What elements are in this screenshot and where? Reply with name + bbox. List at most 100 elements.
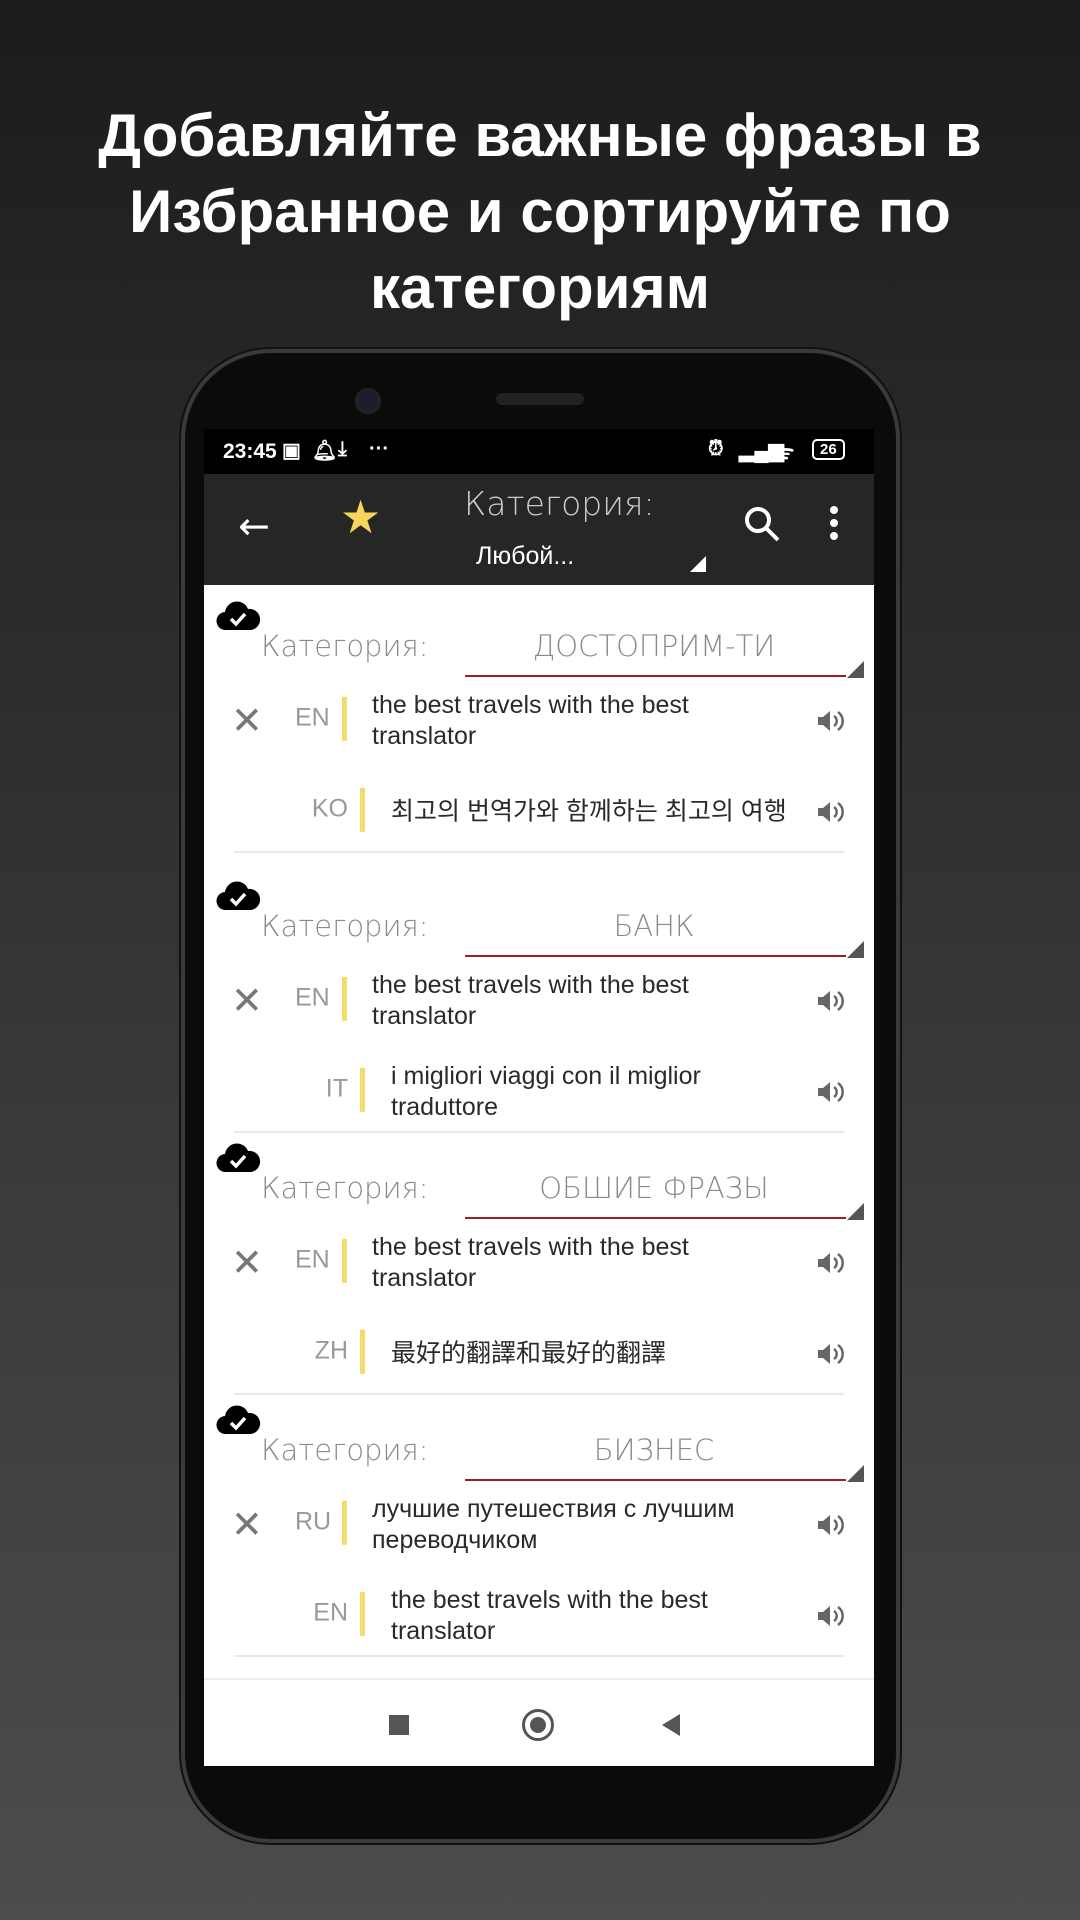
- phrase-text: лучшие путешествия с лучшим переводчиком: [372, 1495, 735, 1554]
- more-dots-icon: ···: [369, 438, 389, 460]
- battery-icon: 26: [812, 439, 845, 460]
- language-code: ZH: [314, 1336, 348, 1365]
- delete-icon[interactable]: ✕: [231, 1503, 263, 1548]
- category-underline: [465, 1479, 846, 1481]
- delete-icon[interactable]: ✕: [231, 979, 263, 1024]
- category-underline: [465, 955, 846, 957]
- language-code: EN: [295, 703, 330, 732]
- favorite-card: Категория: ОБШИЕ ФРАЗЫ ✕ EN the best tra…: [204, 1142, 874, 1397]
- phrase-row: EN the best travels with the best transl…: [204, 1576, 874, 1656]
- back-arrow-icon[interactable]: ←: [238, 504, 270, 548]
- dropdown-triangle-icon[interactable]: [847, 661, 864, 678]
- phrase-text: the best travels with the best translato…: [372, 1233, 689, 1292]
- earpiece: [496, 393, 584, 405]
- category-label: Категория:: [261, 1433, 429, 1467]
- headline: Добавляйте важные фразы в Избранное и со…: [40, 98, 1040, 326]
- dropdown-triangle-icon[interactable]: [690, 556, 706, 572]
- language-code: IT: [325, 1074, 348, 1103]
- phrase-text: the best travels with the best translato…: [372, 691, 689, 750]
- card-divider: [234, 1393, 844, 1395]
- phrase-text: the best travels with the best translato…: [372, 971, 689, 1030]
- back-button[interactable]: [662, 1714, 680, 1736]
- phrase-row: ZH 最好的翻譯和最好的翻譯: [204, 1314, 874, 1394]
- favorite-card: Категория: БИЗНЕС ✕ RU лучшие путешестви…: [204, 1404, 874, 1659]
- game-icon: ▣: [282, 440, 301, 462]
- phrase-text: i migliori viaggi con il miglior tradutt…: [391, 1062, 701, 1121]
- recents-button[interactable]: [389, 1715, 409, 1735]
- battery-level: 26: [820, 441, 837, 458]
- phrase-row: ✕ EN the best travels with the best tran…: [204, 961, 874, 1041]
- search-icon[interactable]: [742, 504, 782, 544]
- card-divider: [234, 1131, 844, 1133]
- speaker-icon[interactable]: [816, 1249, 846, 1277]
- more-vert-icon[interactable]: [830, 506, 838, 545]
- phrase-row: ✕ RU лучшие путешествия с лучшим перевод…: [204, 1485, 874, 1565]
- delete-icon[interactable]: ✕: [231, 699, 263, 744]
- alarm-icon: ⏰︎: [708, 438, 724, 460]
- cloud-check-icon: [216, 1143, 261, 1173]
- language-bar: [360, 1329, 365, 1374]
- status-bar: 23:45 ▣ 🔔︎ ⤓ ··· ⏰︎ ▂▄▆ ᯤ 26: [204, 429, 874, 474]
- status-time: 23:45: [223, 440, 277, 463]
- category-filter-value[interactable]: Любой...: [476, 542, 574, 571]
- language-bar: [360, 1067, 365, 1112]
- category-filter-label: Категория:: [464, 484, 655, 523]
- cloud-check-icon: [216, 601, 261, 631]
- phrase-text: 최고의 번역가와 함께하는 최고의 여행: [391, 797, 787, 826]
- language-bar: [342, 696, 347, 741]
- speaker-icon[interactable]: [816, 1602, 846, 1630]
- card-divider: [234, 1655, 844, 1657]
- cloud-check-icon: [216, 1405, 261, 1435]
- language-code: EN: [295, 983, 330, 1012]
- dropdown-triangle-icon[interactable]: [847, 1465, 864, 1482]
- language-code: KO: [311, 794, 348, 823]
- favorite-card: Категория: БАНК ✕ EN the best travels wi…: [204, 880, 874, 1135]
- phrase-text: the best travels with the best translato…: [391, 1586, 708, 1645]
- language-bar: [342, 976, 347, 1021]
- favorite-card: Категория: ДОСТОПРИМ-ТИ ✕ EN the best tr…: [204, 600, 874, 855]
- category-label: Категория:: [261, 909, 429, 943]
- dropdown-triangle-icon[interactable]: [847, 941, 864, 958]
- headline-line: Избранное и сортируйте по: [129, 178, 951, 245]
- home-button[interactable]: [522, 1709, 554, 1741]
- language-bar: [360, 1591, 365, 1636]
- toolbar: ← ★ Категория: Любой...: [204, 474, 874, 585]
- speaker-icon[interactable]: [816, 1340, 846, 1368]
- language-bar: [360, 787, 365, 832]
- app-screen: 23:45 ▣ 🔔︎ ⤓ ··· ⏰︎ ▂▄▆ ᯤ 26 ← ★ Категор…: [204, 429, 874, 1766]
- phrase-row: IT i migliori viaggi con il miglior trad…: [204, 1052, 874, 1132]
- cloud-check-icon: [216, 881, 261, 911]
- phrase-text: 最好的翻譯和最好的翻譯: [391, 1339, 667, 1368]
- bell-icon: 🔔︎: [312, 440, 338, 462]
- language-bar: [342, 1238, 347, 1283]
- speaker-icon[interactable]: [816, 987, 846, 1015]
- speaker-icon[interactable]: [816, 707, 846, 735]
- nav-bar: [204, 1678, 874, 1766]
- headline-line: категориям: [370, 254, 710, 321]
- language-bar: [342, 1500, 347, 1545]
- headline-line: Добавляйте важные фразы в: [98, 102, 982, 169]
- speaker-icon[interactable]: [816, 1511, 846, 1539]
- download-icon: ⤓: [338, 438, 347, 460]
- category-underline: [465, 1217, 846, 1219]
- delete-icon[interactable]: ✕: [231, 1241, 263, 1286]
- wifi-icon: ᯤ: [776, 442, 795, 464]
- dropdown-triangle-icon[interactable]: [847, 1203, 864, 1220]
- category-label: Категория:: [261, 629, 429, 663]
- phrase-row: ✕ EN the best travels with the best tran…: [204, 681, 874, 761]
- camera: [355, 388, 381, 414]
- speaker-icon[interactable]: [816, 798, 846, 826]
- category-label: Категория:: [261, 1171, 429, 1205]
- phrase-row: KO 최고의 번역가와 함께하는 최고의 여행: [204, 772, 874, 852]
- language-code: RU: [295, 1507, 332, 1536]
- star-icon[interactable]: ★: [340, 490, 381, 544]
- language-code: EN: [295, 1245, 330, 1274]
- category-underline: [465, 675, 846, 677]
- language-code: EN: [313, 1598, 348, 1627]
- category-select[interactable]: ДОСТОПРИМ-ТИ: [464, 629, 844, 663]
- phrase-row: ✕ EN the best travels with the best tran…: [204, 1223, 874, 1303]
- category-select[interactable]: ОБШИЕ ФРАЗЫ: [464, 1171, 844, 1205]
- category-select[interactable]: БАНК: [464, 909, 844, 943]
- speaker-icon[interactable]: [816, 1078, 846, 1106]
- category-select[interactable]: БИЗНЕС: [464, 1433, 844, 1467]
